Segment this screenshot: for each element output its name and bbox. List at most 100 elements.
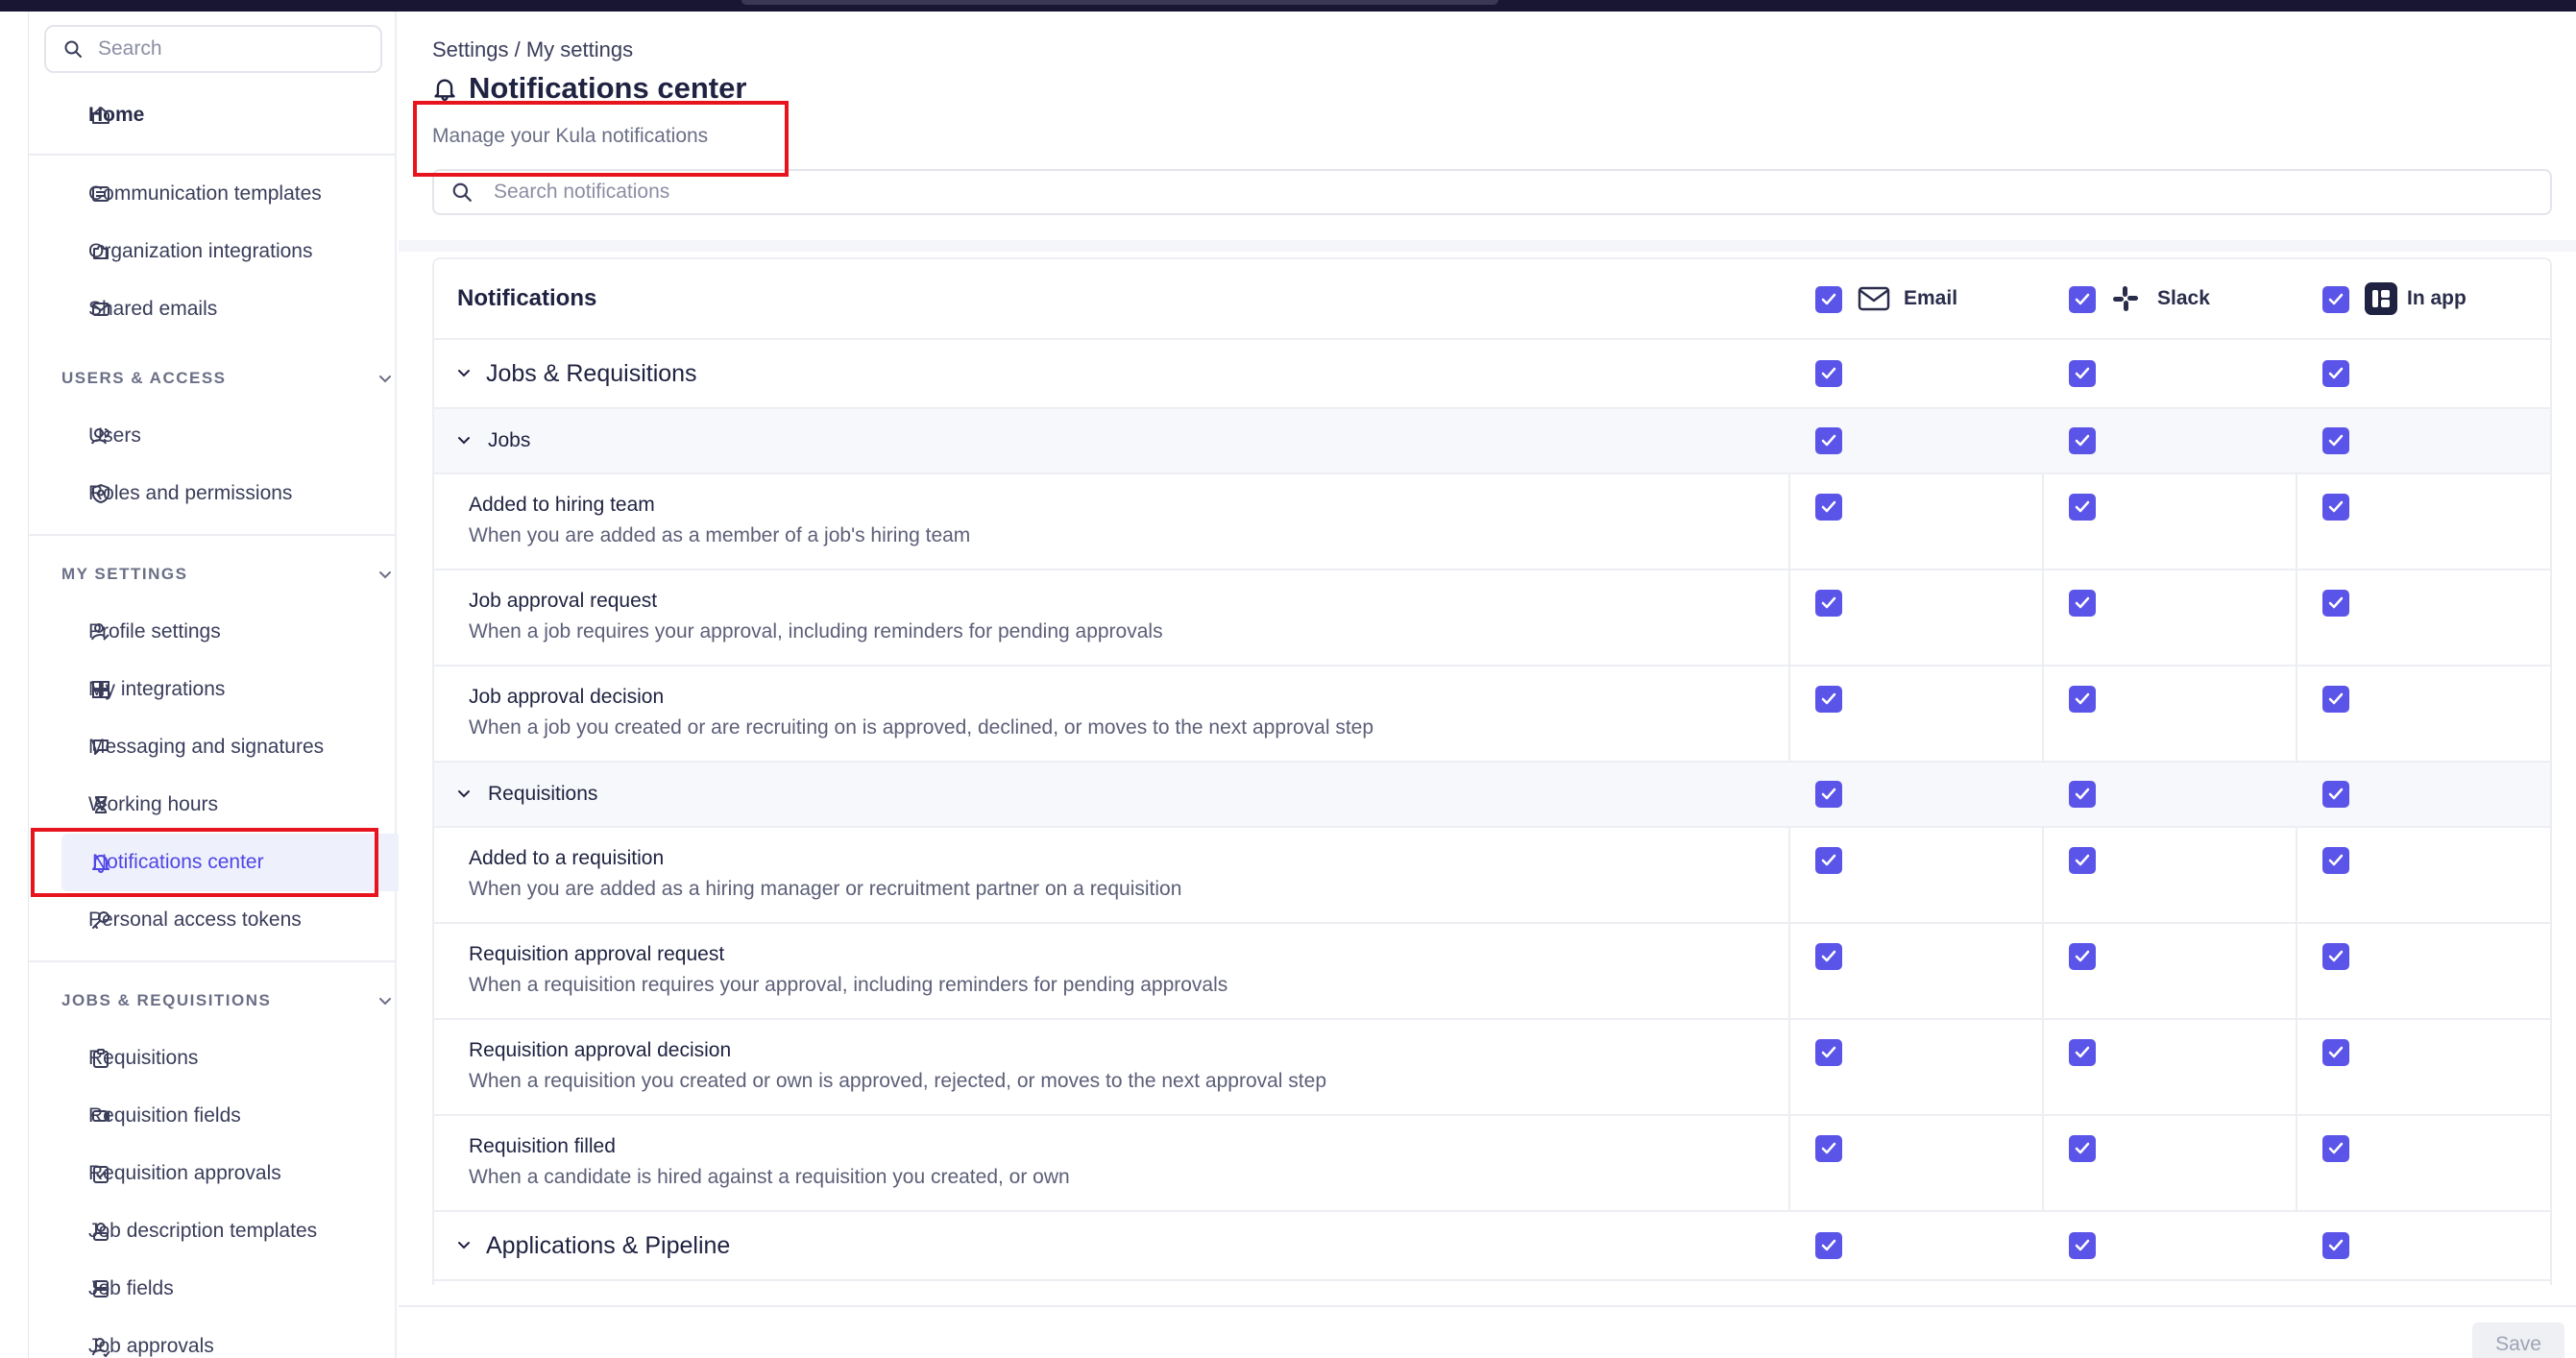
- subgroup-slack-checkbox[interactable]: [2069, 781, 2096, 808]
- sidebar-section-users-access[interactable]: USERS & ACCESS: [61, 359, 394, 398]
- chevron-down-icon: [458, 1242, 470, 1249]
- slack-checkbox[interactable]: [2069, 494, 2096, 521]
- column-divider: [2296, 667, 2297, 761]
- sidebar-item-notifications-center[interactable]: Notifications center: [61, 834, 401, 891]
- sidebar-section-jobs-requisitions[interactable]: JOBS & REQUISITIONS: [61, 982, 394, 1020]
- subgroup-email-checkbox[interactable]: [1815, 781, 1842, 808]
- column-divider: [1788, 667, 1790, 761]
- subgroup-inapp-checkbox[interactable]: [2322, 427, 2349, 454]
- chevron-down-icon: [379, 376, 391, 383]
- chevron-down-icon: [458, 790, 470, 798]
- column-divider: [1788, 474, 1790, 569]
- sidebar-item-messaging-signatures[interactable]: Messaging and signatures: [58, 718, 384, 776]
- hourglass-icon: [94, 796, 108, 813]
- app-logo-icon: [2365, 282, 2397, 315]
- column-divider: [2296, 924, 2297, 1018]
- sidebar-item-label: Personal access tokens: [88, 909, 302, 931]
- slack-checkbox[interactable]: [2069, 943, 2096, 970]
- app-rail: [0, 12, 29, 1358]
- inapp-checkbox[interactable]: [2322, 1039, 2349, 1066]
- sidebar-search-input[interactable]: Search: [44, 25, 382, 73]
- page-title-row: Notifications center: [432, 71, 746, 106]
- chevron-down-icon: [379, 571, 391, 579]
- sidebar-item-communication-templates[interactable]: Communication templates: [58, 165, 384, 223]
- sidebar-item-label: Messaging and signatures: [88, 736, 325, 758]
- chevron-down-icon: [379, 998, 391, 1006]
- subgroup-row-requisitions[interactable]: Requisitions: [434, 763, 2550, 828]
- sidebar-item-requisition-approvals[interactable]: Requisition approvals: [58, 1145, 384, 1202]
- sidebar-item-profile-settings[interactable]: Profile settings: [58, 603, 384, 661]
- bell-icon: [434, 79, 455, 101]
- group-row-applications-pipeline[interactable]: Applications & Pipeline: [434, 1212, 2550, 1281]
- sidebar-section-my-settings[interactable]: MY SETTINGS: [61, 555, 394, 594]
- inapp-checkbox[interactable]: [2322, 686, 2349, 713]
- sidebar-item-organization-integrations[interactable]: Organization integrations: [58, 223, 384, 280]
- sidebar-item-requisitions[interactable]: Requisitions: [58, 1030, 384, 1087]
- table-row: Requisition filled When a candidate is h…: [434, 1116, 2550, 1212]
- sidebar-item-my-integrations[interactable]: My integrations: [58, 661, 384, 718]
- notifications-table: Notifications Email Slack In app Jobs & …: [432, 257, 2552, 1285]
- group-inapp-checkbox[interactable]: [2322, 1232, 2349, 1259]
- sidebar-item-job-approvals[interactable]: Job approvals: [58, 1318, 384, 1358]
- email-checkbox[interactable]: [1815, 494, 1842, 521]
- sidebar-item-users[interactable]: Users: [58, 407, 384, 465]
- group-email-checkbox[interactable]: [1815, 1232, 1842, 1259]
- group-slack-checkbox[interactable]: [2069, 360, 2096, 387]
- sidebar-item-shared-emails[interactable]: Shared emails: [58, 280, 384, 338]
- group-slack-checkbox[interactable]: [2069, 1232, 2096, 1259]
- subgroup-inapp-checkbox[interactable]: [2322, 781, 2349, 808]
- check-icon: [2075, 434, 2090, 447]
- save-button[interactable]: Save: [2472, 1322, 2564, 1358]
- mail-icon: [1858, 286, 1890, 311]
- email-checkbox[interactable]: [1815, 686, 1842, 713]
- email-checkbox[interactable]: [1815, 943, 1842, 970]
- sidebar-item-requisition-fields[interactable]: Requisition fields: [58, 1087, 384, 1145]
- check-icon: [2328, 950, 2344, 962]
- inapp-checkbox[interactable]: [2322, 847, 2349, 874]
- group-row-jobs-requisitions[interactable]: Jobs & Requisitions: [434, 340, 2550, 409]
- email-checkbox[interactable]: [1815, 1135, 1842, 1162]
- integrations-icon: [92, 681, 109, 698]
- chevron-down-icon: [458, 370, 470, 377]
- email-checkbox[interactable]: [1815, 1039, 1842, 1066]
- sidebar-item-job-fields[interactable]: Job fields: [58, 1260, 384, 1318]
- section-title: JOBS & REQUISITIONS: [61, 991, 272, 1009]
- slack-checkbox[interactable]: [2069, 847, 2096, 874]
- subgroup-email-checkbox[interactable]: [1815, 427, 1842, 454]
- email-checkbox[interactable]: [1815, 847, 1842, 874]
- group-header: Jobs & Requisitions: [455, 340, 697, 407]
- sidebar-item-job-description-templates[interactable]: Job description templates: [58, 1202, 384, 1260]
- sidebar-item-label: Organization integrations: [88, 240, 313, 262]
- sidebar-item-roles-permissions[interactable]: Roles and permissions: [58, 465, 384, 522]
- subgroup-slack-checkbox[interactable]: [2069, 427, 2096, 454]
- notifications-search-input[interactable]: Search notifications: [432, 169, 2552, 215]
- subgroup-row-jobs[interactable]: Jobs: [434, 409, 2550, 474]
- email-checkbox[interactable]: [1815, 590, 1842, 617]
- inapp-all-checkbox[interactable]: [2322, 286, 2349, 313]
- sidebar-item-home[interactable]: Home: [58, 86, 384, 144]
- slack-checkbox[interactable]: [2069, 1135, 2096, 1162]
- notification-description: When a job requires your approval, inclu…: [469, 620, 1163, 643]
- check-icon: [2075, 367, 2090, 379]
- group-inapp-checkbox[interactable]: [2322, 360, 2349, 387]
- user-check-icon: [92, 1338, 110, 1357]
- slack-all-checkbox[interactable]: [2069, 286, 2096, 313]
- sidebar-item-working-hours[interactable]: Working hours: [58, 776, 384, 834]
- sidebar-item-personal-access-tokens[interactable]: Personal access tokens: [58, 891, 384, 949]
- email-all-checkbox[interactable]: [1815, 286, 1842, 313]
- slack-checkbox[interactable]: [2069, 1039, 2096, 1066]
- column-divider: [2042, 1020, 2044, 1114]
- slack-checkbox[interactable]: [2069, 590, 2096, 617]
- column-divider: [1788, 828, 1790, 922]
- table-row: Requisition approval request When a requ…: [434, 924, 2550, 1020]
- clipboard-icon: [93, 1049, 109, 1068]
- inapp-checkbox[interactable]: [2322, 590, 2349, 617]
- slack-checkbox[interactable]: [2069, 686, 2096, 713]
- column-divider: [2296, 828, 2297, 922]
- inapp-checkbox[interactable]: [2322, 494, 2349, 521]
- group-email-checkbox[interactable]: [1815, 360, 1842, 387]
- inapp-checkbox[interactable]: [2322, 1135, 2349, 1162]
- check-icon: [2328, 854, 2344, 866]
- search-placeholder: Search notifications: [494, 181, 670, 203]
- inapp-checkbox[interactable]: [2322, 943, 2349, 970]
